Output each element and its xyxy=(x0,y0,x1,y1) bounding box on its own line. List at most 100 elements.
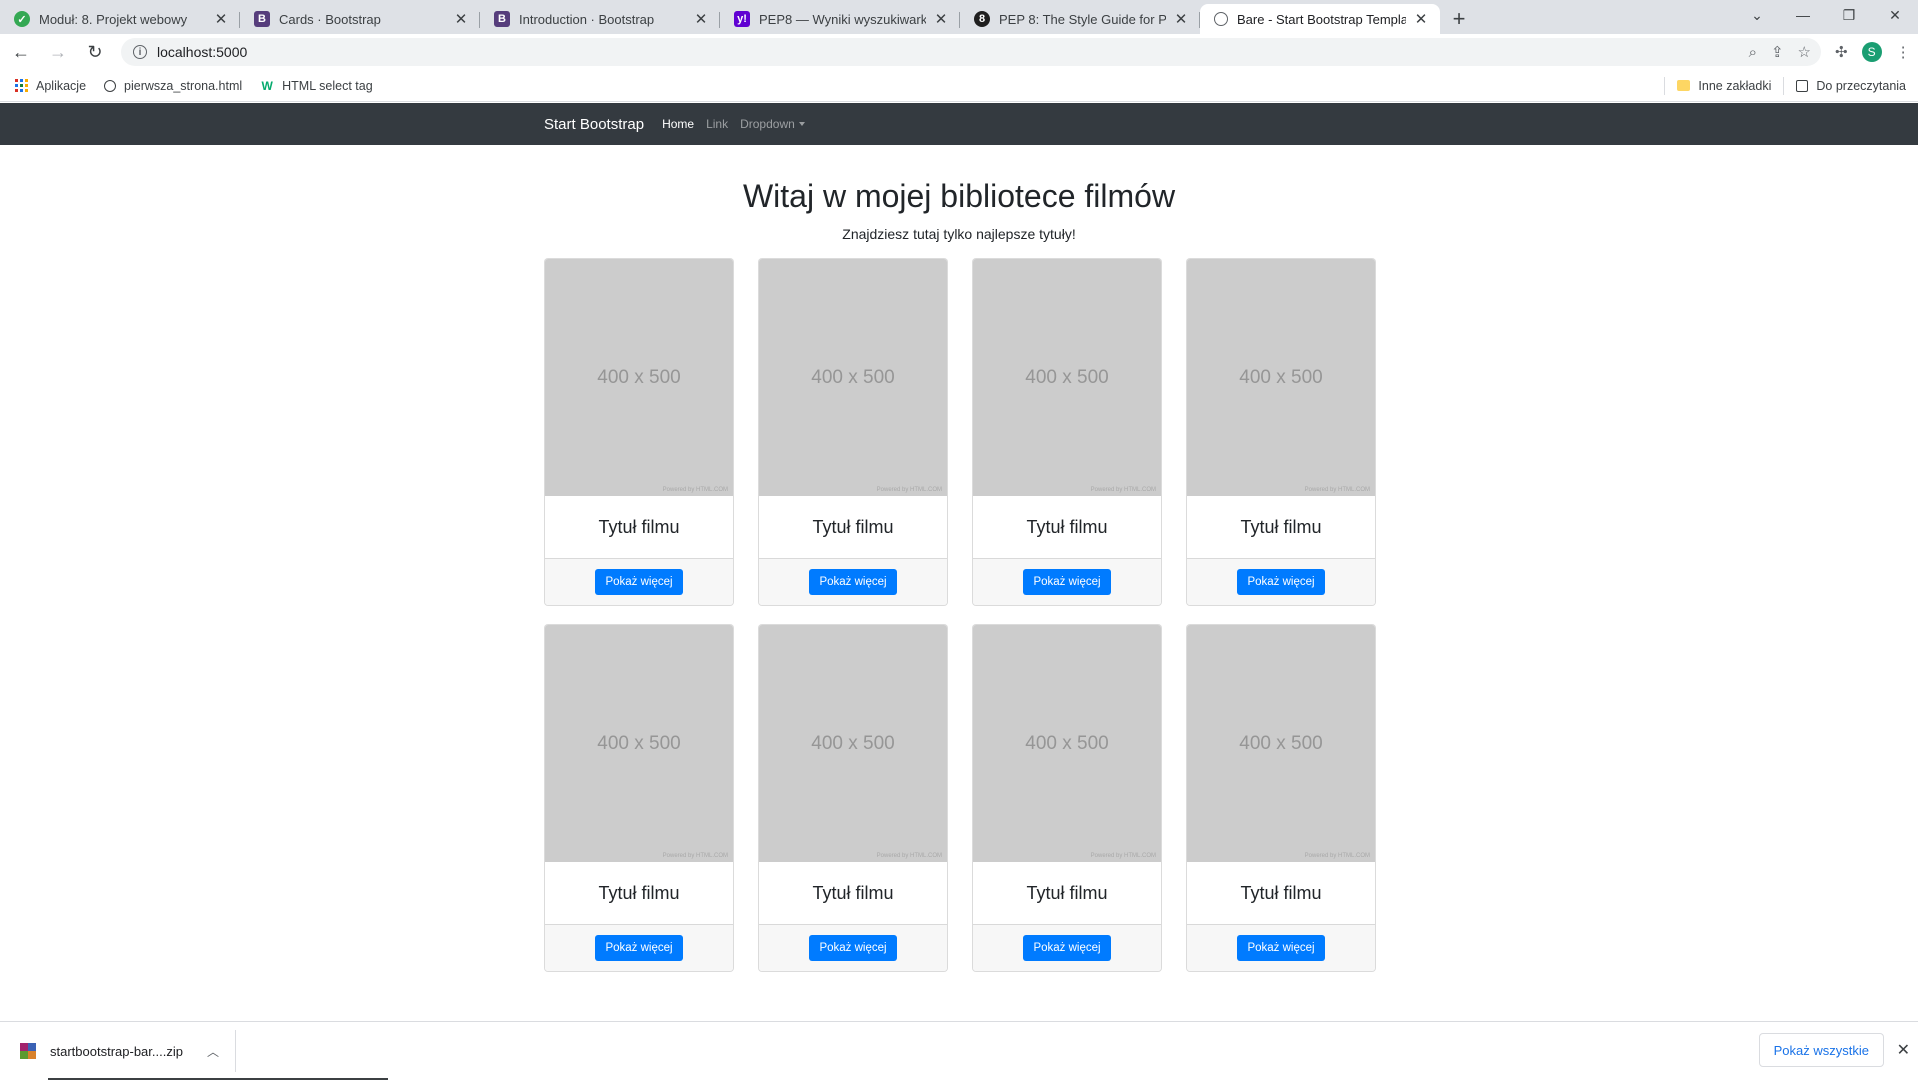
nav-dropdown[interactable]: Dropdown xyxy=(740,117,805,131)
poster-placeholder: 400 x 500 Powered by HTML.COM xyxy=(545,625,733,862)
archive-file-icon xyxy=(20,1043,36,1059)
bookmark-item[interactable]: W HTML select tag xyxy=(260,78,373,93)
movie-card: 400 x 500 Powered by HTML.COM Tytuł film… xyxy=(972,624,1162,972)
browser-toolbar: ← → ↻ i localhost:5000 ⌕ ⇪ ☆ ✣ S ⋮ xyxy=(0,34,1918,70)
bookmark-label: pierwsza_strona.html xyxy=(124,78,243,93)
forward-icon[interactable]: → xyxy=(42,36,74,68)
bookmark-folder-other[interactable]: Inne zakładki xyxy=(1677,79,1771,93)
movie-card: 400 x 500 Powered by HTML.COM Tytuł film… xyxy=(758,258,948,606)
show-more-button[interactable]: Pokaż więcej xyxy=(595,569,683,595)
bookmark-star-icon[interactable]: ☆ xyxy=(1798,43,1811,61)
card-footer: Pokaż więcej xyxy=(545,558,733,605)
poster-placeholder: 400 x 500 Powered by HTML.COM xyxy=(1187,259,1375,496)
close-window-icon[interactable]: ✕ xyxy=(1872,0,1918,30)
tab-title: PEP 8: The Style Guide for Python xyxy=(999,11,1166,27)
show-more-button[interactable]: Pokaż więcej xyxy=(1237,569,1325,595)
card-footer: Pokaż więcej xyxy=(545,924,733,971)
placeholder-size-text: 400 x 500 xyxy=(597,366,681,388)
menu-icon[interactable]: ⋮ xyxy=(1896,43,1911,61)
show-more-button[interactable]: Pokaż więcej xyxy=(809,935,897,961)
show-all-downloads-button[interactable]: Pokaż wszystkie xyxy=(1758,1033,1884,1067)
movie-cards-grid: 400 x 500 Powered by HTML.COM Tytuł film… xyxy=(544,258,1377,972)
card-title: Tytuł filmu xyxy=(598,516,680,537)
realpython-icon: 8 xyxy=(974,11,990,27)
card-title: Tytuł filmu xyxy=(1240,516,1322,537)
card-footer: Pokaż więcej xyxy=(1187,558,1375,605)
download-item[interactable]: startbootstrap-bar....zip ︿ xyxy=(0,1030,236,1072)
browser-tab[interactable]: B Cards · Bootstrap ✕ xyxy=(240,4,480,34)
close-icon[interactable]: ✕ xyxy=(1897,1040,1910,1060)
download-bar: startbootstrap-bar....zip ︿ Pokaż wszyst… xyxy=(0,1021,1918,1080)
nav-dropdown-label: Dropdown xyxy=(740,117,795,131)
close-icon[interactable]: ✕ xyxy=(452,10,470,28)
show-more-button[interactable]: Pokaż więcej xyxy=(1023,935,1111,961)
restore-icon[interactable]: ❐ xyxy=(1826,0,1872,30)
new-tab-button[interactable]: + xyxy=(1444,4,1474,34)
caret-down-icon xyxy=(798,122,805,126)
reload-icon[interactable]: ↻ xyxy=(79,36,111,68)
poster-placeholder: 400 x 500 Powered by HTML.COM xyxy=(973,625,1161,862)
card-title: Tytuł filmu xyxy=(1026,516,1108,537)
chevron-up-icon[interactable]: ︿ xyxy=(207,1043,219,1060)
movie-card: 400 x 500 Powered by HTML.COM Tytuł film… xyxy=(544,624,734,972)
zoom-icon[interactable]: ⌕ xyxy=(1749,44,1757,61)
bootstrap-icon: B xyxy=(494,11,510,27)
show-more-button[interactable]: Pokaż więcej xyxy=(1237,935,1325,961)
address-bar[interactable]: i localhost:5000 ⌕ ⇪ ☆ xyxy=(121,38,1821,66)
browser-tab-active[interactable]: Bare - Start Bootstrap Template ✕ xyxy=(1200,4,1440,34)
movie-card: 400 x 500 Powered by HTML.COM Tytuł film… xyxy=(544,258,734,606)
tab-title: Cards · Bootstrap xyxy=(279,11,381,27)
close-icon[interactable]: ✕ xyxy=(692,10,710,28)
movie-card: 400 x 500 Powered by HTML.COM Tytuł film… xyxy=(758,624,948,972)
show-more-button[interactable]: Pokaż więcej xyxy=(809,569,897,595)
site-navbar: Start Bootstrap Home Link Dropdown xyxy=(0,103,1918,145)
placeholder-credit: Powered by HTML.COM xyxy=(876,487,942,493)
browser-tab[interactable]: ✓ Moduł: 8. Projekt webowy ✕ xyxy=(0,4,240,34)
reading-list[interactable]: Do przeczytania xyxy=(1796,79,1906,93)
placeholder-credit: Powered by HTML.COM xyxy=(876,853,942,859)
card-title: Tytuł filmu xyxy=(1240,882,1322,903)
close-icon[interactable]: ✕ xyxy=(1172,10,1190,28)
placeholder-size-text: 400 x 500 xyxy=(1025,366,1109,388)
w3schools-icon: W xyxy=(261,78,273,93)
placeholder-credit: Powered by HTML.COM xyxy=(1090,487,1156,493)
extensions-icon[interactable]: ✣ xyxy=(1835,43,1848,61)
placeholder-size-text: 400 x 500 xyxy=(597,732,681,754)
tab-search-icon[interactable]: ⌄ xyxy=(1734,0,1780,30)
browser-tab[interactable]: B Introduction · Bootstrap ✕ xyxy=(480,4,720,34)
navbar-brand[interactable]: Start Bootstrap xyxy=(544,116,644,133)
url-text[interactable]: localhost:5000 xyxy=(157,44,247,60)
card-title: Tytuł filmu xyxy=(812,516,894,537)
placeholder-credit: Powered by HTML.COM xyxy=(1304,853,1370,859)
close-icon[interactable]: ✕ xyxy=(1412,10,1430,28)
profile-avatar[interactable]: S xyxy=(1861,42,1882,62)
reading-list-icon xyxy=(1796,79,1809,92)
tab-title: Introduction · Bootstrap xyxy=(519,11,655,27)
close-icon[interactable]: ✕ xyxy=(212,10,230,28)
movie-card: 400 x 500 Powered by HTML.COM Tytuł film… xyxy=(1186,624,1376,972)
placeholder-credit: Powered by HTML.COM xyxy=(662,487,728,493)
poster-placeholder: 400 x 500 Powered by HTML.COM xyxy=(759,625,947,862)
minimize-icon[interactable]: — xyxy=(1780,0,1826,30)
folder-icon xyxy=(1677,80,1691,91)
browser-tab[interactable]: y! PEP8 — Wyniki wyszukiwarki Yah ✕ xyxy=(720,4,960,34)
card-footer: Pokaż więcej xyxy=(1187,924,1375,971)
nav-link-link[interactable]: Link xyxy=(706,117,728,131)
placeholder-size-text: 400 x 500 xyxy=(1239,366,1323,388)
bookmark-item[interactable]: pierwsza_strona.html xyxy=(104,79,242,93)
tab-title: Moduł: 8. Projekt webowy xyxy=(39,11,188,27)
share-icon[interactable]: ⇪ xyxy=(1771,43,1784,61)
site-info-icon[interactable]: i xyxy=(133,45,147,59)
nav-link-home[interactable]: Home xyxy=(662,117,694,131)
apps-grid-icon xyxy=(14,79,28,93)
show-more-button[interactable]: Pokaż więcej xyxy=(595,935,683,961)
yahoo-icon: y! xyxy=(734,11,750,27)
browser-tab[interactable]: 8 PEP 8: The Style Guide for Python ✕ xyxy=(960,4,1200,34)
close-icon[interactable]: ✕ xyxy=(932,10,950,28)
bookmark-label: HTML select tag xyxy=(282,78,373,93)
tab-title: Bare - Start Bootstrap Template xyxy=(1237,11,1406,27)
bookmark-apps[interactable]: Aplikacje xyxy=(14,79,86,93)
poster-placeholder: 400 x 500 Powered by HTML.COM xyxy=(545,259,733,496)
back-icon[interactable]: ← xyxy=(5,36,37,68)
show-more-button[interactable]: Pokaż więcej xyxy=(1023,569,1111,595)
